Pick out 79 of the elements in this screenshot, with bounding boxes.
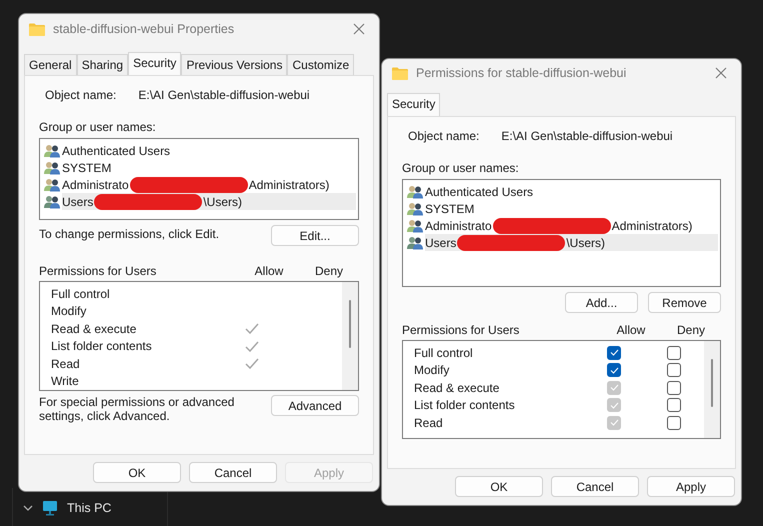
scrollbar-thumb[interactable] xyxy=(711,359,713,407)
group-label: Group or user names: xyxy=(402,161,520,175)
advanced-button[interactable]: Advanced xyxy=(271,395,359,416)
close-icon[interactable] xyxy=(715,67,727,79)
users-icon xyxy=(407,218,423,232)
permission-name: Full control xyxy=(414,346,474,360)
dialog-button[interactable]: OK xyxy=(455,476,543,497)
dialog-button[interactable]: Add... xyxy=(565,292,638,313)
column-header: Allow xyxy=(616,323,646,337)
check-icon xyxy=(610,349,618,356)
group-label: Group or user names: xyxy=(39,120,157,134)
users-icon xyxy=(44,160,60,174)
scrollbar-thumb[interactable] xyxy=(349,300,351,348)
permissions-label: Permissions for Users xyxy=(39,264,158,278)
folder-icon xyxy=(392,66,408,80)
tab[interactable]: Security xyxy=(128,52,182,75)
users-icon xyxy=(407,236,423,250)
tab[interactable]: Sharing xyxy=(76,54,128,75)
object-name-value: E:\AI Gen\stable-diffusion-webui xyxy=(138,88,310,102)
deny-checkbox[interactable] xyxy=(667,363,681,378)
user-list-item[interactable]: SYSTEM xyxy=(62,159,356,176)
window-title: stable-diffusion-webui Properties xyxy=(53,22,236,36)
dialog-button[interactable]: Apply xyxy=(647,476,735,497)
tab[interactable]: Security xyxy=(387,93,440,116)
deny-checkbox[interactable] xyxy=(667,346,681,360)
user-list-item[interactable]: SYSTEM xyxy=(425,200,718,217)
permission-name: Write xyxy=(51,374,80,388)
dialog-button[interactable]: Remove xyxy=(648,292,721,313)
permission-name: Full control xyxy=(51,286,111,301)
chevron-icon[interactable] xyxy=(23,505,33,511)
tab[interactable]: General xyxy=(24,54,77,75)
hint-text: For special permissions or advanced settings, click Advanced. xyxy=(39,395,236,423)
column-header: Deny xyxy=(314,264,344,278)
tree-item-label[interactable]: This PC xyxy=(67,501,112,515)
object-name-value: E:\AI Gen\stable-diffusion-webui xyxy=(501,129,673,143)
user-list-item[interactable]: Users \Users) xyxy=(62,193,356,210)
user-list-item[interactable]: Users \Users) xyxy=(425,234,718,251)
tab[interactable]: Customize xyxy=(287,54,354,75)
dialog-button[interactable]: Cancel xyxy=(551,476,639,497)
monitor-icon xyxy=(42,500,58,516)
permission-name: Read xyxy=(414,416,444,430)
close-icon[interactable] xyxy=(353,23,365,35)
column-header: Deny xyxy=(676,323,706,337)
permission-name: List folder contents xyxy=(51,339,153,354)
allow-checkbox[interactable] xyxy=(607,363,621,378)
permissions-label: Permissions for Users xyxy=(402,323,520,337)
permission-name: List folder contents xyxy=(414,398,516,412)
tab[interactable]: Previous Versions xyxy=(181,54,288,75)
window-title: Permissions for stable-diffusion-webui xyxy=(416,66,628,80)
users-icon xyxy=(407,184,423,198)
dialog-button[interactable]: OK xyxy=(93,462,181,483)
permission-name: Read & execute xyxy=(51,322,138,336)
hint-text: To change permissions, click Edit. xyxy=(39,226,220,241)
dialog-button[interactable]: Edit... xyxy=(271,225,359,246)
users-icon xyxy=(44,194,60,208)
user-list-item[interactable]: Administrato Administrators) xyxy=(62,176,356,193)
permission-name: Read & execute xyxy=(414,380,500,395)
folder-icon xyxy=(29,22,45,36)
check-icon xyxy=(610,419,618,426)
dialog-button[interactable]: Cancel xyxy=(189,462,277,483)
deny-checkbox[interactable] xyxy=(667,416,681,430)
object-name-label: Object name: xyxy=(45,88,116,102)
check-icon xyxy=(610,366,618,374)
users-icon xyxy=(407,202,423,216)
permission-name: Modify xyxy=(51,304,88,318)
deny-checkbox[interactable] xyxy=(667,380,681,395)
column-header: Allow xyxy=(254,264,284,278)
users-icon xyxy=(44,178,60,192)
permission-name: Modify xyxy=(414,363,450,378)
check-icon xyxy=(610,384,618,392)
deny-checkbox[interactable] xyxy=(667,398,681,412)
allow-checkbox[interactable] xyxy=(607,346,621,360)
user-list-item[interactable]: Administrato Administrators) xyxy=(425,217,718,234)
users-icon xyxy=(44,144,60,158)
object-name-label: Object name: xyxy=(408,129,480,143)
user-list-item[interactable]: Authenticated Users xyxy=(425,183,718,200)
user-list-item[interactable]: Authenticated Users xyxy=(62,142,356,159)
permission-name: Read xyxy=(51,356,81,371)
check-icon xyxy=(610,402,618,409)
